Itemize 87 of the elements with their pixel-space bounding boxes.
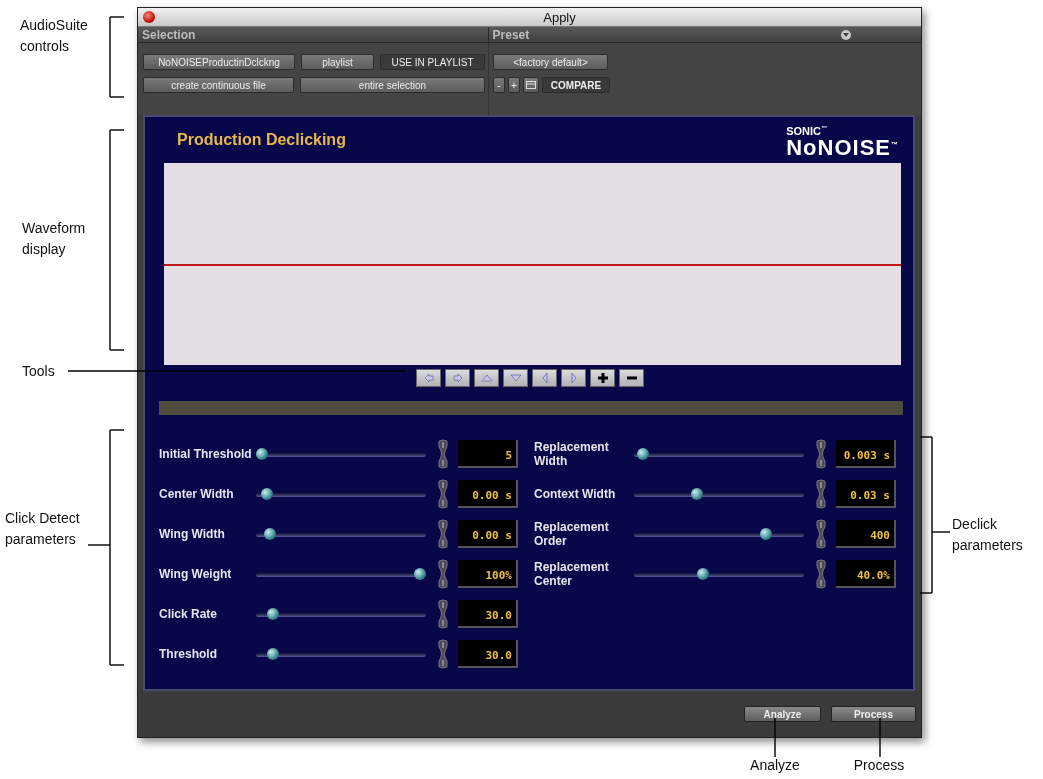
parameter-label: Wing Weight bbox=[159, 566, 233, 581]
slider-thumb[interactable] bbox=[690, 487, 703, 500]
knob-icon[interactable] bbox=[814, 558, 828, 589]
parameter-label: Initial Threshold bbox=[159, 446, 253, 461]
knob-icon[interactable] bbox=[436, 478, 450, 509]
slider-track[interactable] bbox=[256, 447, 426, 460]
slider-track[interactable] bbox=[634, 487, 804, 500]
slider-track[interactable] bbox=[256, 527, 426, 540]
parameter-label: Replacement Width bbox=[534, 439, 610, 468]
slider-track[interactable] bbox=[256, 567, 426, 580]
slider-thumb[interactable] bbox=[267, 647, 280, 660]
parameter-label: Center Width bbox=[159, 486, 235, 501]
parameter-value[interactable]: 30.0 bbox=[458, 599, 518, 628]
plugin-title: Production Declicking bbox=[177, 131, 346, 149]
minus-button[interactable]: - bbox=[493, 77, 505, 93]
process-button[interactable]: Process bbox=[831, 706, 916, 722]
logo-text: SONIC$^{™}$ bbox=[786, 125, 828, 137]
knob-icon[interactable] bbox=[436, 518, 450, 549]
callout-label: Tools bbox=[22, 362, 56, 381]
slider-thumb[interactable] bbox=[260, 487, 273, 500]
window-icon bbox=[526, 81, 536, 89]
knob-icon[interactable] bbox=[436, 598, 450, 629]
parameter-label: Context Width bbox=[534, 486, 617, 501]
parameter-value[interactable]: 0.03 s bbox=[836, 479, 896, 508]
slider-thumb[interactable] bbox=[637, 447, 650, 460]
parameter-value[interactable]: 0.00 s bbox=[458, 519, 518, 548]
parameter-value[interactable]: 400 bbox=[836, 519, 896, 548]
slider-track[interactable] bbox=[634, 527, 804, 540]
parameter-label: Click Rate bbox=[159, 606, 219, 621]
plus-icon bbox=[596, 372, 609, 384]
logo-text: NoNOISE$^{™}$ bbox=[786, 136, 899, 159]
left-arrow-icon bbox=[422, 372, 435, 384]
parameter-label: Replacement Center bbox=[534, 559, 610, 588]
knob-icon[interactable] bbox=[814, 438, 828, 469]
selection-header: Selection bbox=[141, 27, 196, 42]
slider-track[interactable] bbox=[634, 447, 804, 460]
use-in-playlist-button[interactable]: USE IN PLAYLIST bbox=[380, 54, 485, 70]
parameter-value[interactable]: 0.003 s bbox=[836, 439, 896, 468]
callout-label: AudioSuite controls bbox=[20, 16, 89, 56]
parameter-value[interactable]: 40.0% bbox=[836, 559, 896, 588]
slider-thumb[interactable] bbox=[414, 567, 426, 580]
parameter-value[interactable]: 100% bbox=[458, 559, 518, 588]
parameter-label: Wing Width bbox=[159, 526, 226, 541]
slider-thumb[interactable] bbox=[697, 567, 710, 580]
parameter-value[interactable]: 5 bbox=[458, 439, 518, 468]
leader-line bbox=[879, 717, 881, 758]
parameter-label: Replacement Order bbox=[534, 519, 610, 548]
knob-icon[interactable] bbox=[814, 478, 828, 509]
tool-button[interactable] bbox=[590, 369, 615, 387]
analyze-button[interactable]: Analyze bbox=[744, 706, 821, 722]
down-triangle-icon bbox=[509, 372, 522, 384]
slider-thumb[interactable] bbox=[760, 527, 773, 540]
up-triangle-icon bbox=[480, 372, 493, 384]
dropdown-icon[interactable] bbox=[841, 29, 851, 40]
slider-track[interactable] bbox=[634, 567, 804, 580]
callout-label: Click Detect parameters bbox=[5, 509, 81, 549]
slider-track[interactable] bbox=[256, 647, 426, 660]
callout-label: Process bbox=[852, 756, 906, 775]
file-name-button[interactable]: NoNOISEProductinDclckng bbox=[143, 54, 295, 70]
playlist-button[interactable]: playlist bbox=[301, 54, 374, 70]
right-arrow-icon bbox=[451, 372, 464, 384]
slider-thumb[interactable] bbox=[267, 607, 280, 620]
slider-thumb[interactable] bbox=[256, 447, 268, 460]
knob-icon[interactable] bbox=[436, 438, 450, 469]
slider-thumb[interactable] bbox=[263, 527, 276, 540]
compare-button[interactable]: COMPARE bbox=[542, 77, 610, 93]
preset-header: Preset bbox=[491, 27, 530, 42]
knob-icon[interactable] bbox=[814, 518, 828, 549]
preset-button[interactable]: <factory default> bbox=[493, 54, 608, 70]
slider-track[interactable] bbox=[256, 487, 426, 500]
callout-label: Waveform display bbox=[22, 219, 87, 259]
plus-button[interactable]: + bbox=[508, 77, 520, 93]
window-title: Apply bbox=[543, 9, 576, 25]
knob-icon[interactable] bbox=[436, 638, 450, 669]
processing-mode-button[interactable]: entire selection bbox=[300, 77, 485, 93]
settings-button[interactable] bbox=[523, 77, 539, 93]
parameter-value[interactable]: 30.0 bbox=[458, 639, 518, 668]
knob-icon[interactable] bbox=[436, 558, 450, 589]
tool-button[interactable] bbox=[619, 369, 644, 387]
slider-track[interactable] bbox=[256, 607, 426, 620]
leader-line bbox=[774, 717, 776, 758]
close-button[interactable] bbox=[143, 11, 155, 23]
parameter-value[interactable]: 0.00 s bbox=[458, 479, 518, 508]
file-mode-button[interactable]: create continuous file bbox=[143, 77, 294, 93]
callout-label: Declick parameters bbox=[952, 515, 1024, 555]
parameter-label: Threshold bbox=[159, 646, 218, 661]
callout-label: Analyze bbox=[749, 756, 801, 775]
